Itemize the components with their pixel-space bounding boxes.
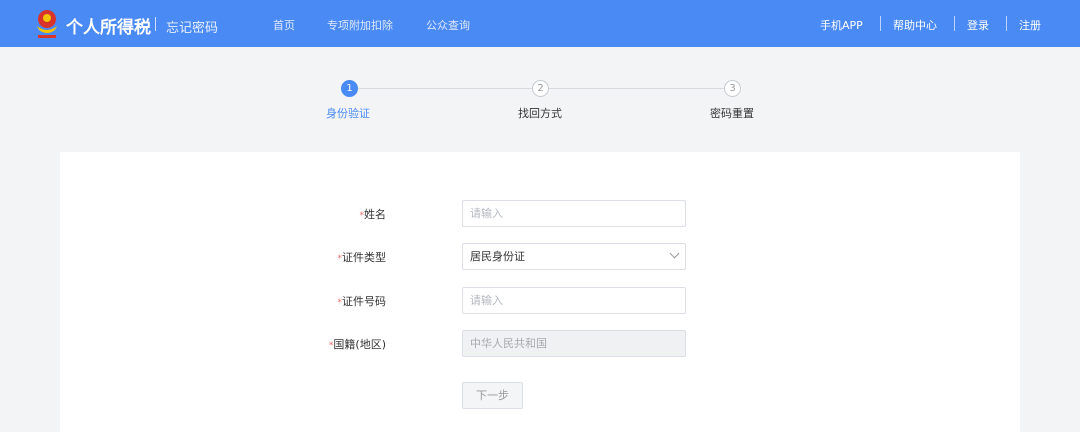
national-emblem-logo-icon xyxy=(37,10,57,38)
nav-home[interactable]: 首页 xyxy=(273,17,295,33)
step-3-label: 密码重置 xyxy=(710,107,754,120)
divider xyxy=(880,16,881,31)
nationality-label: *国籍(地区) xyxy=(328,338,386,351)
nav-mobile-app[interactable]: 手机APP xyxy=(820,17,863,33)
nav-special-deduction[interactable]: 专项附加扣除 xyxy=(327,17,393,33)
id-number-label: *证件号码 xyxy=(337,295,387,308)
step-1-marker: 1 xyxy=(341,80,358,97)
nav-register[interactable]: 注册 xyxy=(1019,17,1041,33)
id-type-select[interactable]: 居民身份证 xyxy=(462,243,686,270)
step-1-label: 身份验证 xyxy=(326,107,370,120)
nationality-input: 中华人民共和国 xyxy=(462,330,686,357)
step-2-label: 找回方式 xyxy=(518,107,562,120)
id-type-label: *证件类型 xyxy=(337,251,387,264)
step-3-marker: 3 xyxy=(724,80,741,97)
divider xyxy=(1006,16,1007,31)
top-header: 个人所得税 忘记密码 首页 专项附加扣除 公众查询 手机APP 帮助中心 登录 … xyxy=(0,0,1080,47)
id-type-value: 居民身份证 xyxy=(470,250,525,263)
nav-help-center[interactable]: 帮助中心 xyxy=(893,17,937,33)
nav-public-query[interactable]: 公众查询 xyxy=(426,17,470,33)
step-2-marker: 2 xyxy=(532,80,549,97)
next-step-button[interactable]: 下一步 xyxy=(462,382,523,409)
step-connector xyxy=(549,88,724,89)
name-input[interactable]: 请输入 xyxy=(462,200,686,227)
divider xyxy=(155,17,156,31)
id-number-input[interactable]: 请输入 xyxy=(462,287,686,314)
brand-title[interactable]: 个人所得税 xyxy=(66,13,151,38)
page-subtitle: 忘记密码 xyxy=(166,21,219,36)
chevron-down-icon xyxy=(669,248,680,259)
step-connector xyxy=(358,88,532,89)
identity-form-card: *姓名 请输入 *证件类型 居民身份证 *证件号码 请输入 *国籍(地区) 中华… xyxy=(60,152,1020,432)
nav-login[interactable]: 登录 xyxy=(967,17,989,33)
divider xyxy=(954,16,955,31)
name-label: *姓名 xyxy=(359,208,387,221)
